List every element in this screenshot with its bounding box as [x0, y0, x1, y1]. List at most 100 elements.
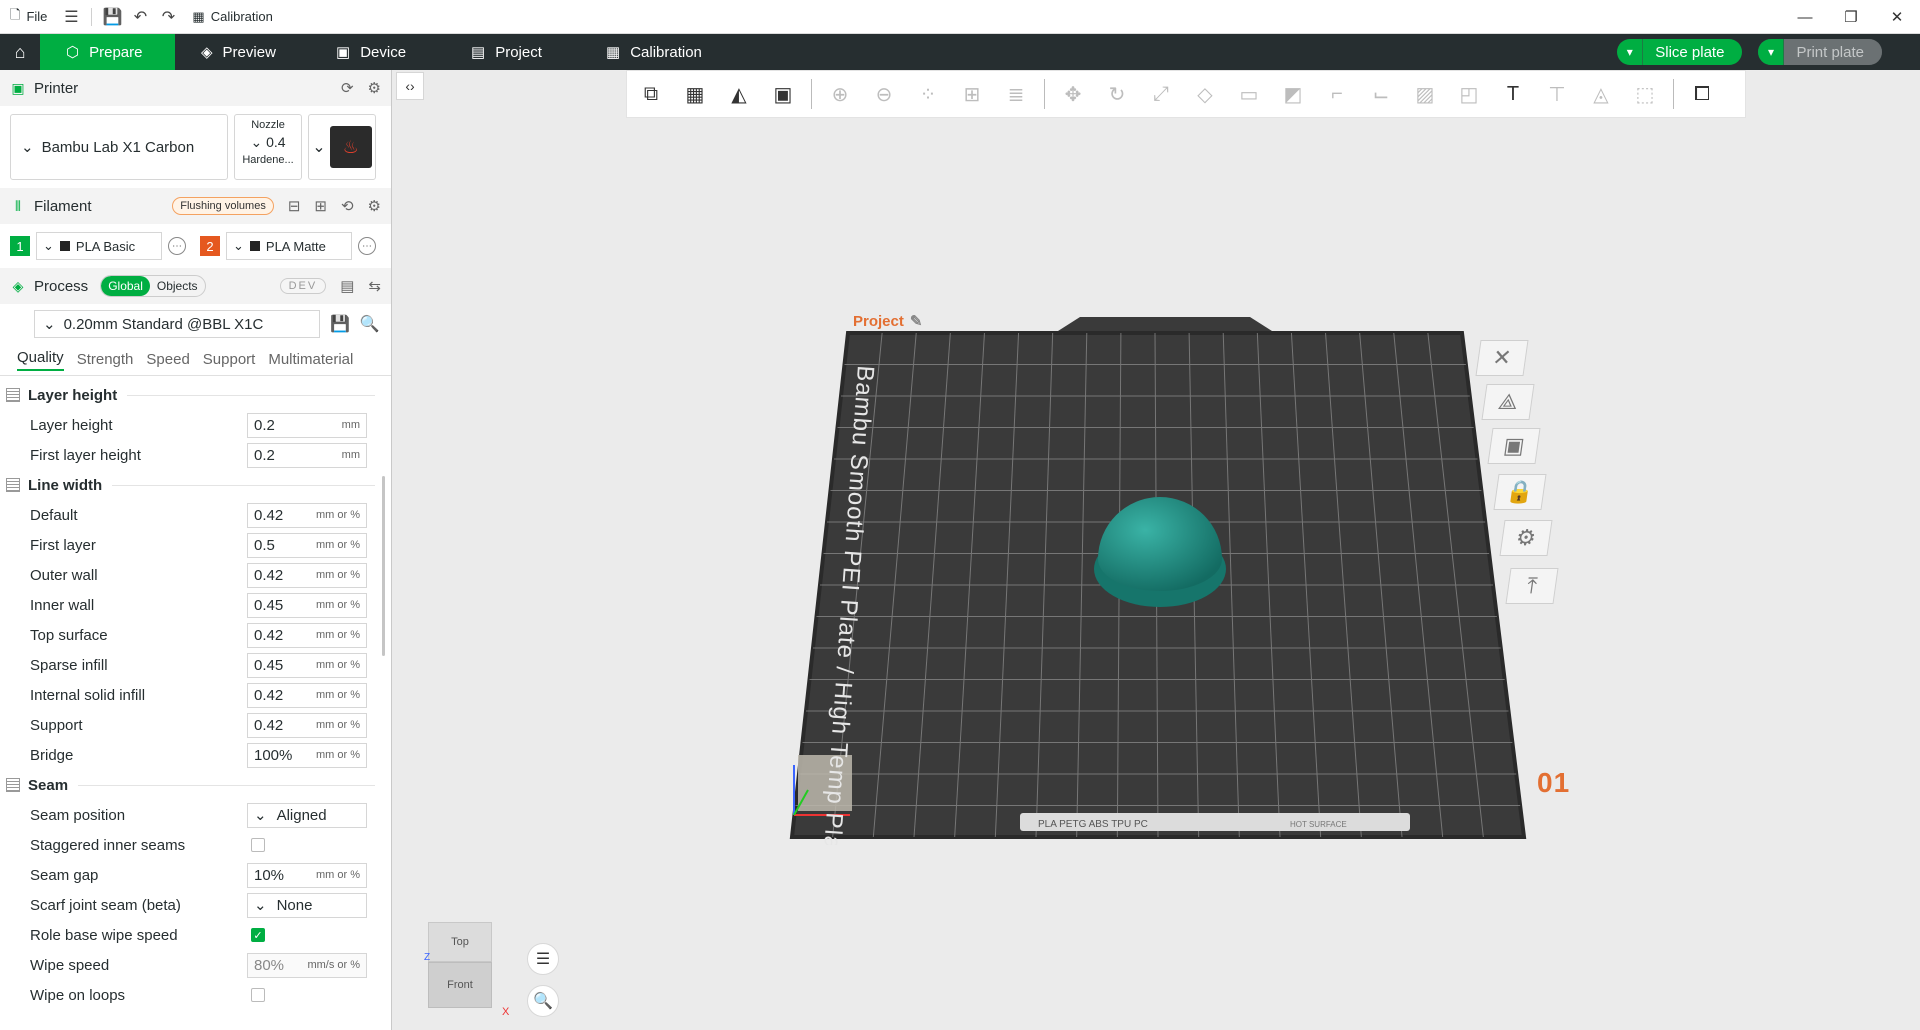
param-input[interactable]: 0.42 mm or % [247, 562, 367, 588]
flushing-volumes-button[interactable]: Flushing volumes [172, 197, 274, 215]
switch-icon[interactable]: ⇆ [368, 277, 381, 295]
wipe-loops-checkbox[interactable] [251, 988, 265, 1002]
param-input[interactable]: 0.2 mm [247, 412, 367, 438]
save-icon[interactable]: 💾 [330, 314, 350, 334]
tab-device[interactable]: ▣ Device [310, 34, 445, 70]
param-input[interactable]: 10% mm or % [247, 862, 367, 888]
tab-preview[interactable]: ◈ Preview [175, 34, 310, 70]
menu-icon[interactable]: ☰ [57, 0, 85, 34]
move-to-top-icon[interactable]: ⤒ [1505, 568, 1559, 604]
param-input[interactable]: 0.45 mm or % [247, 652, 367, 678]
brim-ears-icon[interactable]: ⬚ [1629, 78, 1661, 110]
arrange-icon[interactable]: ▣ [767, 78, 799, 110]
filament-select-2[interactable]: ⌄ PLA Matte [226, 232, 352, 260]
tab-multimaterial[interactable]: Multimaterial [268, 351, 353, 368]
more-options-icon[interactable]: ⋯ [358, 237, 376, 255]
file-menu[interactable]: 🗋 File [0, 0, 57, 34]
param-input[interactable]: 0.5 mm or % [247, 532, 367, 558]
delete-plate-icon[interactable]: ✕ [1475, 340, 1529, 376]
settings-sliders-icon[interactable]: ⚙ [368, 197, 381, 215]
restore-icon[interactable]: ❐ [1828, 0, 1874, 34]
remove-instance-icon[interactable]: ⊖ [868, 78, 900, 110]
toggle-global[interactable]: Global [101, 276, 150, 296]
dev-mode-toggle[interactable]: DEV [279, 278, 327, 294]
measure-icon[interactable]: ◬ [1585, 78, 1617, 110]
param-input[interactable]: 0.2 mm [247, 442, 367, 468]
minimize-icon[interactable]: — [1782, 0, 1828, 34]
plate-project-label[interactable]: Project ✎ [853, 312, 923, 331]
text-tool-icon[interactable]: T [1497, 78, 1529, 110]
redo-icon[interactable]: ↷ [154, 0, 182, 34]
filament-number-2[interactable]: 2 [200, 236, 220, 256]
search-icon[interactable]: 🔍 [360, 314, 380, 334]
plate-settings-icon[interactable]: ⚙ [1499, 520, 1553, 556]
tab-strength[interactable]: Strength [77, 351, 134, 368]
fuzzy-skin-icon[interactable]: ◰ [1453, 78, 1485, 110]
tab-calibration[interactable]: ▦ Calibration [580, 34, 728, 70]
plate-type-select[interactable]: ⌄ ♨ [308, 114, 376, 180]
color-paint-icon[interactable]: ▨ [1409, 78, 1441, 110]
settings-sliders-icon[interactable]: ⚙ [368, 79, 381, 97]
variable-layer-height-icon[interactable]: ⧠ [1686, 78, 1718, 110]
view-cube[interactable]: Top Front Z X [424, 922, 509, 1018]
close-icon[interactable]: ✕ [1874, 0, 1920, 34]
print-plate-button[interactable]: ▾ Print plate [1758, 39, 1882, 65]
param-input[interactable]: 0.42 mm or % [247, 682, 367, 708]
support-paint-icon[interactable]: ⌐ [1321, 78, 1353, 110]
view-front[interactable]: Front [428, 962, 492, 1008]
compare-icon[interactable]: ▤ [340, 277, 354, 295]
add-object-icon[interactable]: ⧉ [635, 78, 667, 110]
param-input[interactable]: 0.42 mm or % [247, 622, 367, 648]
chevron-down-icon[interactable]: ▾ [1758, 39, 1785, 65]
global-objects-toggle[interactable]: Global Objects [100, 275, 206, 297]
tab-prepare[interactable]: ⬡ Prepare [40, 34, 175, 70]
assembly-icon[interactable]: ⊤ [1541, 78, 1573, 110]
edit-icon[interactable]: ✎ [910, 312, 923, 330]
collapse-sidebar-icon[interactable]: ‹› [396, 72, 424, 100]
mesh-boolean-icon[interactable]: ◩ [1277, 78, 1309, 110]
scale-icon[interactable]: ⤢ [1145, 78, 1177, 110]
seam-position-select[interactable]: ⌄ Aligned [247, 802, 367, 828]
add-plate-icon[interactable]: ▦ [679, 78, 711, 110]
auto-orient-plate-icon[interactable]: ⟁ [1481, 384, 1535, 420]
tab-support[interactable]: Support [203, 351, 256, 368]
menu-list-icon[interactable]: ☰ [527, 943, 559, 975]
add-instance-icon[interactable]: ⊕ [824, 78, 856, 110]
layers-editing-icon[interactable]: ≣ [1000, 78, 1032, 110]
printer-select[interactable]: ⌄ Bambu Lab X1 Carbon [10, 114, 228, 180]
toggle-objects[interactable]: Objects [150, 276, 205, 296]
staggered-seams-checkbox[interactable] [251, 838, 265, 852]
undo-icon[interactable]: ↶ [126, 0, 154, 34]
slice-plate-button[interactable]: ▾ Slice plate [1617, 39, 1743, 65]
sidebar-scrollbar[interactable] [382, 476, 385, 656]
more-options-icon[interactable]: ⋯ [168, 237, 186, 255]
zoom-search-icon[interactable]: 🔍 [527, 985, 559, 1017]
process-preset-select[interactable]: ⌄ 0.20mm Standard @BBL X1C [34, 310, 320, 338]
lock-plate-icon[interactable]: 🔒 [1493, 474, 1547, 510]
seam-paint-icon[interactable]: ⌙ [1365, 78, 1397, 110]
param-input[interactable]: 0.45 mm or % [247, 592, 367, 618]
split-objects-icon[interactable]: ⁘ [912, 78, 944, 110]
chevron-down-icon[interactable]: ▾ [1617, 39, 1644, 65]
tab-quality[interactable]: Quality [17, 349, 64, 371]
auto-orient-icon[interactable]: ◭ [723, 78, 755, 110]
sync-filament-icon[interactable]: ⟲ [341, 197, 354, 215]
param-input[interactable]: 100% mm or % [247, 742, 367, 768]
save-icon[interactable]: 💾 [98, 0, 126, 34]
filament-number-1[interactable]: 1 [10, 236, 30, 256]
move-icon[interactable]: ✥ [1057, 78, 1089, 110]
param-input[interactable]: 80% mm/s or % [247, 952, 367, 978]
role-wipe-checkbox[interactable]: ✓ [251, 928, 265, 942]
cut-icon[interactable]: ▭ [1233, 78, 1265, 110]
nozzle-select[interactable]: Nozzle ⌄ 0.4 Hardene... [234, 114, 302, 180]
calibration-title-tab[interactable]: ▦ Calibration [182, 0, 282, 34]
view-top[interactable]: Top [428, 922, 492, 962]
param-input[interactable]: 0.42 mm or % [247, 712, 367, 738]
add-filament-icon[interactable]: ⊞ [314, 197, 327, 215]
filament-select-1[interactable]: ⌄ PLA Basic [36, 232, 162, 260]
remove-filament-icon[interactable]: ⊟ [288, 197, 301, 215]
scarf-seam-select[interactable]: ⌄ None [247, 892, 367, 918]
tab-project[interactable]: ▤ Project [445, 34, 580, 70]
tab-speed[interactable]: Speed [146, 351, 189, 368]
arrange-plate-icon[interactable]: ▣ [1487, 428, 1541, 464]
